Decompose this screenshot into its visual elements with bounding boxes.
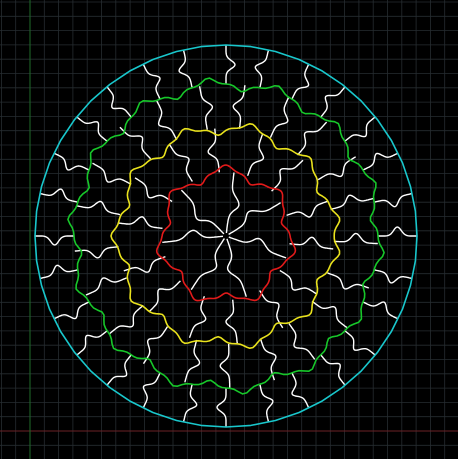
background-grid [0,0,458,459]
ring-2[interactable] [110,123,341,349]
radial-cut-band-3[interactable] [311,300,348,329]
radial-cut-band-2[interactable] [225,299,238,344]
radial-cut-band-4[interactable] [254,49,270,88]
grid-lines [0,0,458,459]
radial-cut-band-4[interactable] [35,235,74,246]
radial-cut-band-4[interactable] [374,269,413,284]
radial-cut-band-2[interactable] [289,236,334,250]
radial-cut-band-3[interactable] [333,232,378,245]
radial-cut-band-4[interactable] [378,226,417,237]
radial-cut-band-3[interactable] [109,304,144,335]
radial-cut-band-1[interactable] [190,238,225,291]
radial-cut-band-2[interactable] [246,134,265,177]
radial-cut-band-1[interactable] [228,236,287,259]
radial-cut-band-2[interactable] [134,177,173,203]
radial-cut-band-4[interactable] [344,330,376,356]
radial-cut-band-4[interactable] [344,116,376,142]
radial-cut-band-4[interactable] [142,372,161,409]
radial-cut-band-4[interactable] [76,116,108,142]
radial-cut-band-4[interactable] [178,49,193,88]
radial-cut-band-1[interactable] [225,172,240,234]
radial-cut-band-4[interactable] [362,152,399,171]
radial-cut-band-2[interactable] [118,216,163,229]
radial-cut-band-4[interactable] [76,330,108,356]
radial-cut-band-4[interactable] [291,372,310,409]
radial-cut-band-3[interactable] [219,344,231,389]
radial-cut-band-2[interactable] [148,280,181,313]
radial-cut-band-4[interactable] [216,388,227,427]
cad-canvas[interactable] [0,0,458,459]
radial-cut-band-4[interactable] [142,63,161,100]
radial-cut-band-1[interactable] [180,189,225,235]
radial-cut-band-2[interactable] [286,200,329,218]
radial-cut-band-3[interactable] [85,277,127,296]
radial-cut-band-4[interactable] [53,152,90,171]
radial-cut-band-4[interactable] [291,63,310,100]
radial-cut-band-4[interactable] [374,192,413,208]
radial-cut-band-3[interactable] [156,100,178,141]
radial-cut-band-3[interactable] [76,200,121,216]
radial-cut-band-1[interactable] [162,229,224,243]
ring-3[interactable] [67,77,385,395]
